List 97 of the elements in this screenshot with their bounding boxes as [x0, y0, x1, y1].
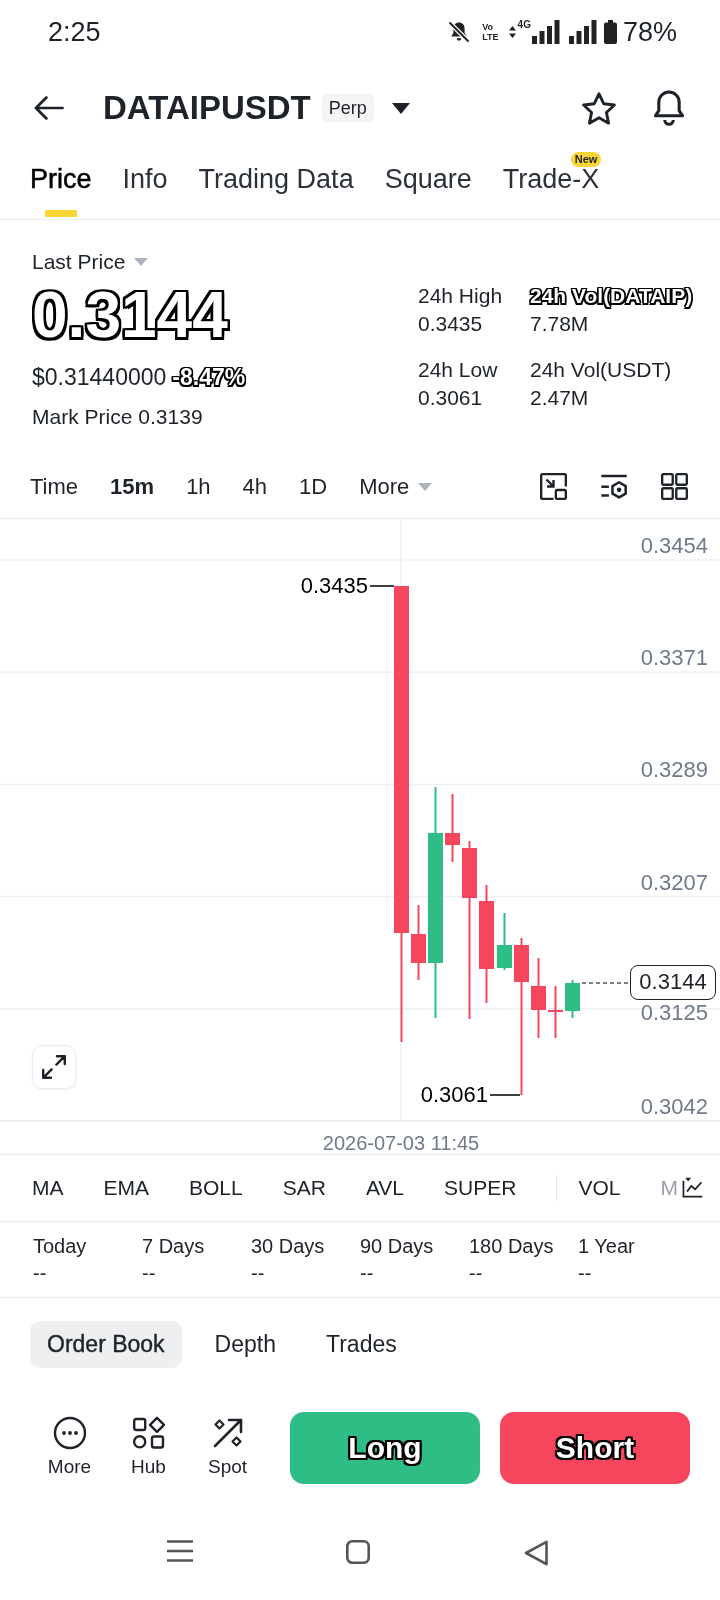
battery-percent: 78%	[622, 16, 677, 48]
indicator-tab[interactable]: MA	[32, 1174, 64, 1202]
star-icon[interactable]	[582, 91, 616, 125]
price-axis-label: 0.3125	[640, 1001, 708, 1025]
candlestick	[497, 912, 512, 971]
mark-price-value: 0.3139	[138, 404, 203, 430]
interval-tab[interactable]: Time	[30, 472, 79, 501]
stat-label: 24h Low	[418, 357, 499, 383]
back-icon[interactable]	[524, 1540, 548, 1566]
period-value: --	[469, 1261, 484, 1286]
price-axis-label: 0.3454	[640, 534, 708, 558]
interval-tab[interactable]: 15m	[110, 472, 155, 501]
signal-icon	[531, 20, 560, 44]
period-label: 1 Year	[578, 1234, 636, 1259]
interval-dropdown[interactable]: More	[359, 472, 433, 501]
section-tab[interactable]: Trades	[309, 1321, 414, 1368]
toolbar-button[interactable]: Hub	[109, 1416, 188, 1479]
interval-tab[interactable]: 1h	[186, 472, 211, 501]
home-icon[interactable]	[346, 1540, 370, 1564]
shapes-icon	[131, 1416, 166, 1450]
period-value: --	[142, 1261, 157, 1286]
section-tab[interactable]: Order Book	[30, 1321, 182, 1368]
period-value: --	[251, 1261, 266, 1286]
network-label: LTE	[482, 32, 499, 42]
price-axis-label: 0.3042	[640, 1095, 708, 1119]
current-price-label: 0.3144	[630, 965, 716, 1000]
high-price-label: 0.3435	[300, 574, 368, 598]
price-change: -8.47%	[172, 363, 246, 391]
stat-value: 2.47M	[530, 385, 590, 411]
interval-tab[interactable]: 4h	[242, 472, 268, 501]
grid-icon[interactable]	[661, 473, 688, 500]
toolbar-button[interactable]: Spot	[188, 1416, 267, 1479]
expand-icon	[42, 1055, 66, 1079]
period-label: 180 Days	[469, 1234, 555, 1259]
price-axis-label: 0.3289	[640, 758, 708, 783]
mark-price-label: Mark Price	[32, 404, 133, 430]
period-label: 90 Days	[360, 1234, 435, 1259]
period-value: --	[33, 1261, 48, 1286]
short-button[interactable]: Short	[500, 1412, 690, 1484]
nav-tab[interactable]: Price	[30, 164, 92, 217]
stat-value: 0.3061	[418, 385, 484, 411]
contract-tag: Perp	[321, 94, 374, 122]
candlestick	[445, 793, 460, 863]
period-label: 7 Days	[142, 1234, 206, 1259]
last-price: 0.3144	[32, 283, 228, 347]
candlestick	[565, 979, 580, 1019]
nav-tab[interactable]: Trade-X	[502, 164, 600, 217]
battery-icon	[603, 20, 617, 44]
expand-button[interactable]	[32, 1045, 76, 1089]
stat-label: 24h High	[418, 283, 504, 309]
nav-tab[interactable]: Trading Data	[198, 164, 354, 217]
stat-value: 0.3435	[418, 311, 484, 337]
period-label: 30 Days	[251, 1234, 326, 1259]
toolbar-button[interactable]: More	[30, 1416, 109, 1479]
network-type-label: 4G	[517, 20, 531, 30]
indicator-tab[interactable]: BOLL	[189, 1174, 243, 1202]
current-price-line	[581, 982, 631, 984]
time-axis-label: 2026-07-03 11:45	[322, 1131, 480, 1155]
period-value: --	[578, 1261, 593, 1286]
price-axis-label: 0.3371	[640, 646, 708, 671]
indicator-tab[interactable]: SUPER	[444, 1174, 517, 1202]
section-tab[interactable]: Depth	[197, 1321, 293, 1368]
back-arrow-icon[interactable]	[34, 96, 64, 120]
fit-screen-icon[interactable]	[540, 473, 567, 500]
nav-tab[interactable]: Square	[384, 164, 472, 217]
caret-icon	[134, 258, 149, 266]
stat-label: 24h Vol(DATAIP)	[530, 283, 693, 310]
indicator-tab[interactable]: SAR	[282, 1174, 326, 1202]
price-type-dropdown[interactable]: Last Price	[32, 248, 149, 276]
symbol-title: DATAIPUSDT	[103, 88, 311, 128]
period-label: Today	[33, 1234, 88, 1259]
stat-label: 24h Vol(USDT)	[530, 357, 673, 383]
stat-value: 7.78M	[530, 311, 590, 337]
more-icon	[52, 1416, 87, 1450]
network-label: Vo	[482, 22, 494, 32]
indicator-tab[interactable]: VOL	[578, 1174, 621, 1202]
caret-icon[interactable]	[391, 102, 410, 114]
clock-time: 2:25	[48, 16, 101, 48]
new-badge: New	[570, 152, 602, 167]
signal-icon	[568, 20, 597, 44]
leader-line	[369, 585, 395, 587]
candlestick	[548, 985, 563, 1039]
indicator-tab[interactable]: AVL	[365, 1174, 405, 1202]
price-axis-label: 0.3207	[640, 870, 708, 895]
usd-price: $0.31440000	[32, 363, 167, 391]
interval-tab[interactable]: 1D	[299, 472, 328, 501]
bell-icon[interactable]	[653, 90, 685, 126]
data-arrows-icon	[508, 26, 516, 38]
low-price-label: 0.3061	[420, 1083, 488, 1107]
chart-settings-icon[interactable]	[600, 473, 628, 500]
period-value: --	[360, 1261, 375, 1286]
indicator-tab[interactable]: EMA	[103, 1174, 149, 1202]
muted-bell-icon	[448, 21, 471, 43]
menu-icon[interactable]	[167, 1540, 193, 1562]
nav-tab[interactable]: Info	[122, 164, 168, 217]
leader-line	[489, 1094, 521, 1096]
caret-icon	[418, 482, 433, 491]
